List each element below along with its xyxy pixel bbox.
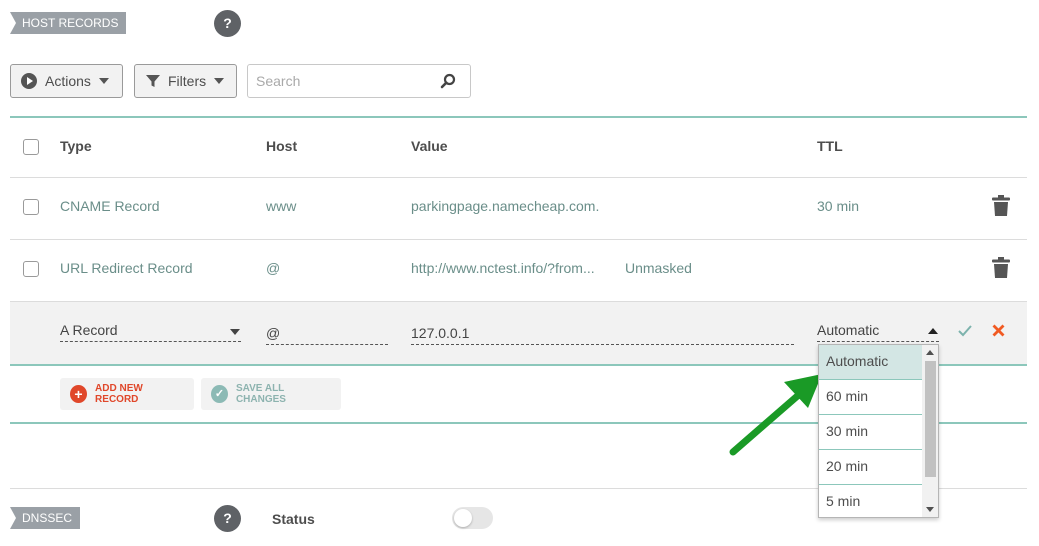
actions-button[interactable]: Actions xyxy=(10,64,123,98)
record-value[interactable]: http://www.nctest.info/?from... xyxy=(411,260,595,276)
host-records-help-icon[interactable]: ? xyxy=(214,10,241,37)
chevron-down-icon xyxy=(230,329,240,335)
ttl-dropdown-list: Automatic 60 min 30 min 20 min 5 min xyxy=(818,344,939,518)
ttl-option-20-min[interactable]: 20 min xyxy=(819,450,922,485)
check-icon[interactable] xyxy=(958,325,972,337)
save-all-changes-button[interactable]: ✓ SAVE ALL CHANGES xyxy=(201,378,341,410)
actions-label: Actions xyxy=(45,73,91,89)
ttl-option-5-min[interactable]: 5 min xyxy=(819,485,922,517)
redirect-mode: Unmasked xyxy=(625,260,692,276)
row-divider xyxy=(10,239,1027,240)
add-new-record-button[interactable]: + ADD NEW RECORD xyxy=(60,378,194,410)
table-top-border xyxy=(10,116,1027,118)
header-divider xyxy=(10,177,1027,178)
record-value[interactable]: parkingpage.namecheap.com. xyxy=(411,198,599,214)
filters-button[interactable]: Filters xyxy=(134,64,237,98)
search-box xyxy=(247,64,471,98)
add-new-record-label: ADD NEW RECORD xyxy=(95,383,143,405)
ttl-option-60-min[interactable]: 60 min xyxy=(819,380,922,415)
host-records-tag: HOST RECORDS xyxy=(10,12,127,34)
filters-label: Filters xyxy=(168,73,207,89)
plus-circle-icon: + xyxy=(70,385,88,403)
value-input[interactable]: 127.0.0.1 xyxy=(411,325,794,345)
dnssec-tag: DNSSEC xyxy=(10,507,81,529)
chevron-down-icon xyxy=(214,78,225,84)
type-select[interactable]: A Record xyxy=(60,322,241,342)
select-all-checkbox[interactable] xyxy=(23,139,39,155)
save-all-changes-label: SAVE ALL CHANGES xyxy=(235,383,286,405)
dropdown-scrollbar[interactable] xyxy=(922,345,938,517)
record-ttl[interactable]: 30 min xyxy=(817,198,859,214)
trash-icon[interactable] xyxy=(992,195,1010,216)
scrollbar-thumb[interactable] xyxy=(925,361,936,477)
search-icon[interactable] xyxy=(440,73,456,89)
type-select-value: A Record xyxy=(60,322,118,338)
chevron-up-icon xyxy=(928,328,938,334)
funnel-icon xyxy=(146,75,160,87)
row-checkbox[interactable] xyxy=(23,199,39,215)
record-type[interactable]: CNAME Record xyxy=(60,198,160,214)
play-circle-icon xyxy=(21,73,37,89)
record-type[interactable]: URL Redirect Record xyxy=(60,260,193,276)
annotation-arrow xyxy=(729,374,822,456)
check-circle-icon: ✓ xyxy=(211,385,228,403)
column-header-type: Type xyxy=(60,138,92,154)
scroll-down-icon[interactable] xyxy=(926,507,934,512)
column-header-ttl: TTL xyxy=(817,138,843,154)
ttl-option-30-min[interactable]: 30 min xyxy=(819,415,922,450)
host-input[interactable]: @ xyxy=(266,325,388,345)
toggle-knob xyxy=(454,509,472,527)
ttl-select-value: Automatic xyxy=(817,322,880,338)
column-header-host: Host xyxy=(266,138,298,154)
dnssec-status-toggle[interactable] xyxy=(452,507,493,529)
row-checkbox[interactable] xyxy=(23,261,39,277)
scroll-up-icon[interactable] xyxy=(926,350,934,355)
ttl-option-automatic[interactable]: Automatic xyxy=(819,345,922,380)
record-host[interactable]: @ xyxy=(266,260,280,276)
record-host[interactable]: www xyxy=(266,198,296,214)
dnssec-status-label: Status xyxy=(272,511,315,527)
column-header-value: Value xyxy=(411,138,448,154)
trash-icon[interactable] xyxy=(992,257,1010,278)
close-icon[interactable] xyxy=(992,324,1005,337)
search-input[interactable] xyxy=(248,65,428,97)
ttl-select[interactable]: Automatic xyxy=(817,322,939,342)
dnssec-help-icon[interactable]: ? xyxy=(214,505,241,532)
chevron-down-icon xyxy=(98,78,109,84)
